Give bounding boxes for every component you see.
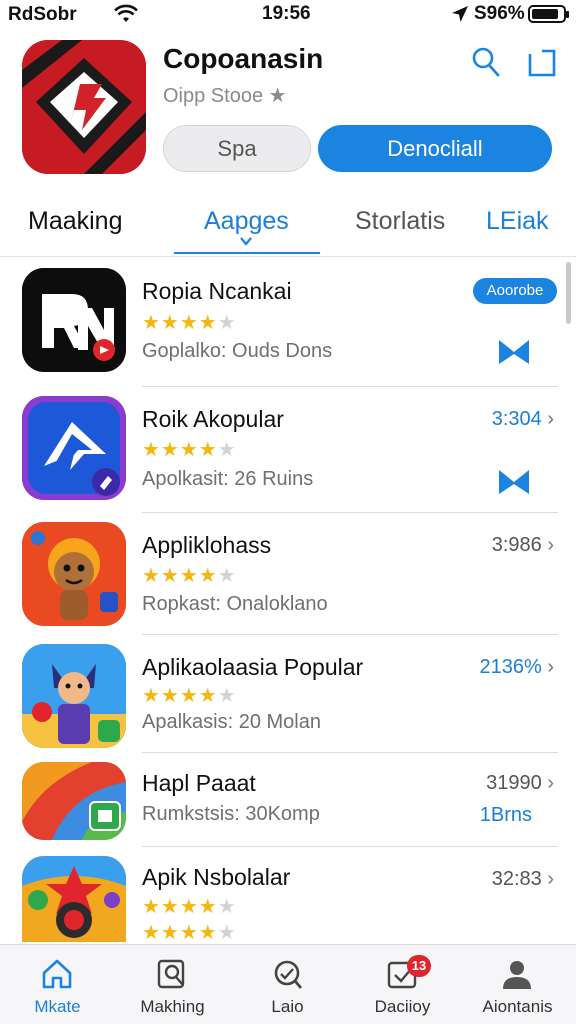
location-arrow-icon	[452, 6, 468, 22]
featured-app-logo	[22, 40, 146, 174]
tabbar-item-updates[interactable]: 13 Daciioy	[345, 945, 460, 1024]
star-rating: ★★★★★	[142, 685, 237, 707]
carrier-label: RdSobr	[8, 4, 77, 25]
chevron-down-icon	[240, 237, 252, 246]
battery-icon	[528, 5, 569, 23]
get-icon[interactable]	[497, 338, 531, 366]
app-meta: Apolkasit: 26 Ruins	[142, 468, 314, 490]
app-name: Appliklohass	[142, 532, 272, 558]
app-price[interactable]: 3:304 ›	[492, 408, 554, 431]
app-tag-badge[interactable]: Aoorobe	[473, 278, 557, 304]
app-meta: Ropkast: Onaloklano	[142, 593, 328, 615]
row-divider	[142, 846, 558, 847]
account-icon	[503, 961, 531, 989]
app-logo-wallet	[22, 762, 126, 840]
app-logo-hero	[22, 644, 126, 748]
tabbar-label: Makhing	[140, 997, 205, 1016]
app-logo-game	[22, 856, 126, 942]
chevron-right-icon: ›	[547, 772, 554, 794]
app-price-value: 2136%	[479, 656, 542, 678]
page-subtitle: Oipp Stooe ★	[163, 85, 287, 107]
app-icon[interactable]	[22, 762, 126, 840]
app-meta: Goplalko: Ouds Dons	[142, 340, 333, 362]
apps-icon	[157, 959, 185, 989]
tabbar-item-makhing[interactable]: Makhing	[115, 945, 230, 1024]
app-icon[interactable]	[22, 522, 126, 626]
tab-leiak[interactable]: LEiak	[486, 207, 549, 236]
app-price[interactable]: 2136% ›	[479, 656, 554, 679]
app-meta: Apalkasis: 20 Molan	[142, 711, 321, 733]
home-icon	[42, 959, 72, 989]
app-price[interactable]: 3:986 ›	[492, 534, 554, 557]
chevron-right-icon: ›	[547, 868, 554, 890]
share-icon[interactable]	[524, 44, 560, 80]
app-icon[interactable]	[22, 644, 126, 748]
app-price-value: 3:304	[491, 408, 542, 430]
app-price-value: 3:986	[491, 534, 542, 556]
scrollbar[interactable]	[566, 262, 571, 324]
download-button[interactable]: Denocliall	[318, 125, 552, 172]
search-icon[interactable]	[468, 44, 504, 80]
notification-badge: 13	[407, 955, 431, 977]
chevron-right-icon: ›	[547, 534, 554, 556]
app-name: Hapl Paaat	[142, 770, 256, 796]
app-icon[interactable]	[22, 856, 126, 942]
row-divider	[142, 512, 558, 513]
bottom-tab-bar: Mkate Makhing Laio 13 Daciioy Aiontanis	[0, 944, 576, 1024]
spa-button[interactable]: Spa	[163, 125, 311, 172]
tabbar-label: Mkate	[34, 997, 81, 1016]
app-logo-rn	[22, 268, 126, 372]
star-rating: ★★★★★	[142, 439, 237, 461]
app-price[interactable]: 32:83 ›	[492, 868, 554, 891]
tab-storlatis[interactable]: Storlatis	[355, 207, 445, 236]
app-name: Aplikaolaasia Popular	[142, 654, 364, 680]
tabs-divider	[0, 256, 576, 257]
wifi-icon	[114, 4, 138, 22]
tabbar-label: Daciioy	[374, 997, 431, 1016]
tabbar-item-search[interactable]: Laio	[230, 945, 345, 1024]
app-icon-featured[interactable]	[22, 40, 146, 174]
tab-aapges[interactable]: Aapges	[204, 207, 289, 236]
chevron-right-icon: ›	[547, 656, 554, 678]
tabbar-label: Aiontanis	[482, 997, 553, 1016]
app-size: 1Brns	[479, 804, 532, 826]
app-name: Ropia Ncankai	[142, 278, 292, 304]
status-bar: RdSobr 19:56 S96%	[0, 0, 576, 30]
tab-maaking[interactable]: Maaking	[28, 207, 123, 236]
app-price[interactable]: 31990 ›	[486, 772, 554, 795]
app-price-value: 31990	[486, 772, 542, 794]
app-icon[interactable]	[22, 396, 126, 500]
tabbar-item-home[interactable]: Mkate	[0, 945, 115, 1024]
app-icon[interactable]	[22, 268, 126, 372]
battery-percent: S96%	[474, 3, 525, 24]
row-divider	[142, 634, 558, 635]
star-rating: ★★★★★	[142, 565, 237, 587]
chevron-right-icon: ›	[547, 408, 554, 430]
tabbar-label: Laio	[271, 997, 304, 1016]
row-divider	[142, 386, 558, 387]
tabbar-item-account[interactable]: Aiontanis	[460, 945, 575, 1024]
star-rating: ★★★★★	[142, 896, 237, 918]
page-title: Copoanasin	[163, 43, 324, 74]
app-name: Apik Nsbolalar	[142, 864, 291, 890]
active-tab-indicator	[174, 252, 320, 254]
star-rating-secondary: ★★★★★	[142, 922, 237, 944]
app-meta: Rumkstsis: 30Komp	[142, 803, 320, 825]
app-logo-arrow	[22, 396, 126, 500]
app-price-value: 32:83	[491, 868, 542, 890]
app-logo-character	[22, 522, 126, 626]
search-icon	[274, 960, 303, 989]
app-name: Roik Akopular	[142, 406, 284, 432]
star-rating: ★★★★★	[142, 312, 237, 334]
clock: 19:56	[262, 3, 311, 24]
row-divider	[142, 752, 558, 753]
get-icon[interactable]	[497, 468, 531, 496]
